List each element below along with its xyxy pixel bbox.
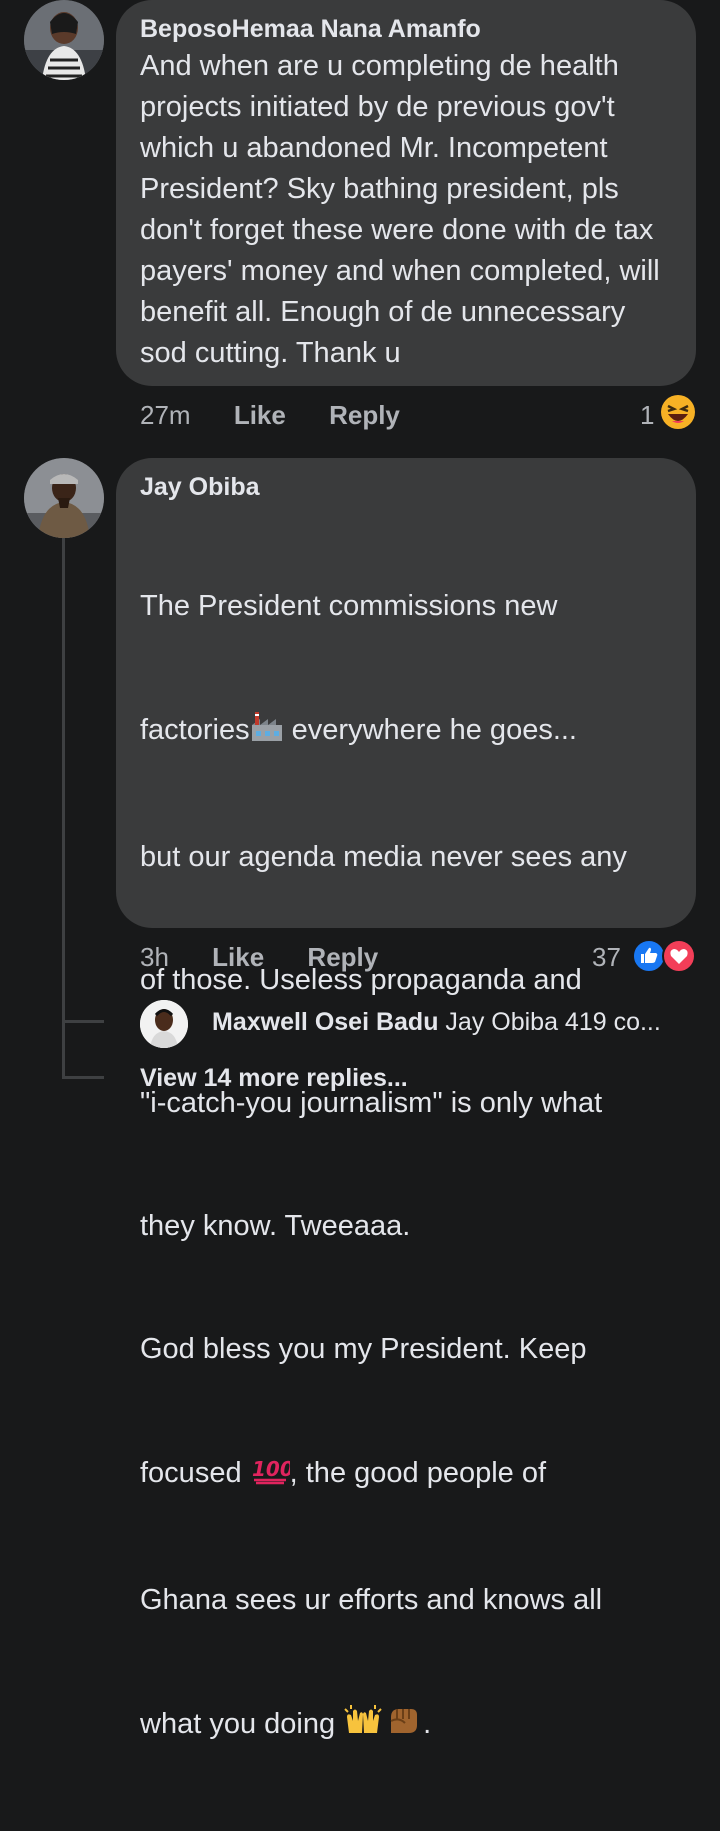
haha-icon — [660, 394, 696, 430]
svg-text:100: 100 — [252, 1457, 290, 1481]
like-button[interactable]: Like — [234, 400, 286, 430]
comment-actions: 27m Like Reply — [140, 400, 400, 431]
comment-segment: focused — [140, 1457, 250, 1489]
reply-author[interactable]: Maxwell Osei Badu — [212, 1008, 438, 1036]
comment-text: The President commissions new factories … — [140, 504, 672, 1831]
comment-segment: what you doing — [140, 1708, 344, 1740]
comment-timestamp[interactable]: 3h — [140, 942, 169, 972]
raising-hands-icon — [343, 1703, 383, 1749]
reply-snippet: Jay Obiba 419 co... — [445, 1008, 661, 1036]
comment-line: what you doing . — [140, 1703, 672, 1749]
comment-text: And when are u completing de health proj… — [140, 50, 668, 369]
comment-author[interactable]: Jay Obiba — [140, 470, 672, 504]
comment-line: but our agenda media never sees any — [140, 841, 627, 873]
comment-bubble: BeposoHemaa Nana Amanfo And when are u c… — [116, 0, 696, 386]
avatar-photo — [24, 0, 104, 80]
avatar-photo — [140, 1000, 188, 1048]
comment-timestamp[interactable]: 27m — [140, 400, 191, 430]
comment-author[interactable]: BeposoHemaa Nana Amanfo — [140, 12, 672, 46]
like-button[interactable]: Like — [212, 942, 264, 972]
thread-connector — [62, 1076, 104, 1079]
comment-line: factories everywhere he goes... — [140, 709, 672, 755]
love-icon — [662, 939, 696, 973]
comment-line: The President commissions new — [140, 590, 558, 622]
reply-preview[interactable]: Maxwell Osei Badu Jay Obiba 419 co... — [212, 1008, 661, 1037]
comment-actions: 3h Like Reply — [140, 942, 378, 973]
comment-segment: , the good people of — [289, 1457, 547, 1489]
thread-line — [62, 538, 65, 1078]
reply-button[interactable]: Reply — [329, 400, 400, 430]
reaction-count[interactable]: 37 — [592, 942, 621, 973]
like-icon — [632, 939, 666, 973]
factory-icon — [250, 709, 284, 755]
reply-button[interactable]: Reply — [307, 942, 378, 972]
avatar-photo — [24, 458, 104, 538]
view-more-replies[interactable]: View 14 more replies... — [140, 1064, 408, 1093]
comment-bubble: Jay Obiba The President commissions new … — [116, 458, 696, 1740]
raised-fist-icon — [383, 1703, 423, 1749]
avatar[interactable] — [140, 1000, 188, 1048]
hundred-points-icon: 100 — [250, 1452, 293, 1498]
comment-line: they know. Tweeaaa. — [140, 1210, 411, 1242]
reaction-count[interactable]: 1 — [640, 400, 654, 431]
avatar[interactable] — [24, 0, 104, 80]
thread-connector — [62, 1020, 104, 1023]
comment-line: Ghana sees ur efforts and knows all — [140, 1584, 603, 1616]
comment-line: God bless you my President. Keep — [140, 1333, 587, 1365]
avatar[interactable] — [24, 458, 104, 538]
comment-segment: . — [423, 1708, 432, 1740]
comment-line: focused 100, the good people of — [140, 1452, 672, 1498]
comment-segment: everywhere he goes... — [283, 714, 577, 746]
comment-segment: factories — [140, 714, 250, 746]
